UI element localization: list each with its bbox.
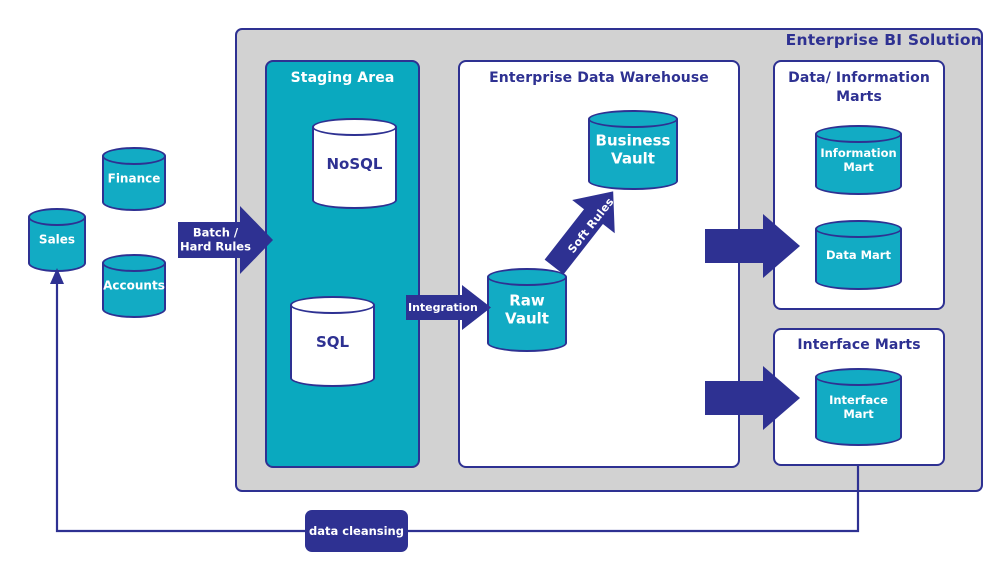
source-cylinder-accounts: Accounts [102, 254, 166, 318]
title-line-2: Marts [836, 89, 882, 105]
mart-cylinder-information-mart: Information Mart [815, 125, 902, 195]
arrow-batch-hard-rules: Batch / Hard Rules [178, 206, 273, 274]
mart-cylinder-data-mart: Data Mart [815, 220, 902, 290]
staging-cylinder-nosql: NoSQL [312, 118, 397, 209]
arrow-to-data-information-marts [705, 214, 800, 278]
cylinder-top [312, 118, 397, 136]
cylinder-body [588, 119, 678, 181]
cylinder-body [312, 127, 397, 200]
arrow-integration: Integration [406, 285, 491, 330]
interface-marts-title: Interface Marts [797, 337, 921, 353]
source-cylinder-sales: Sales [28, 208, 86, 272]
cylinder-top [815, 125, 902, 143]
cylinder-top [102, 147, 166, 165]
arrow-to-interface-marts [705, 366, 800, 430]
cylinder-top [290, 296, 375, 314]
arrow-soft-rules: Soft Rules [528, 175, 638, 285]
enterprise-data-warehouse-title: Enterprise Data Warehouse [489, 70, 709, 86]
cylinder-top [815, 220, 902, 238]
title-line-1: Data/ Information [788, 70, 930, 86]
data-information-marts-title: Data/ Information Marts [773, 69, 945, 107]
enterprise-bi-solution-title: Enterprise BI Solution [785, 31, 982, 49]
source-cylinder-finance: Finance [102, 147, 166, 211]
data-cleansing-label-box: data cleansing [305, 510, 408, 552]
cylinder-body [815, 377, 902, 437]
mart-cylinder-interface-mart: Interface Mart [815, 368, 902, 446]
cylinder-top [28, 208, 86, 226]
cylinder-top [588, 110, 678, 128]
data-cleansing-label: data cleansing [309, 524, 404, 538]
staging-area-title: Staging Area [290, 70, 395, 86]
diagram-canvas: Enterprise BI Solution Sales Finance Acc… [0, 0, 1000, 583]
cylinder-top [815, 368, 902, 386]
cylinder-body [487, 277, 567, 343]
staging-cylinder-sql: SQL [290, 296, 375, 387]
cylinder-body [290, 305, 375, 378]
cylinder-top [102, 254, 166, 272]
